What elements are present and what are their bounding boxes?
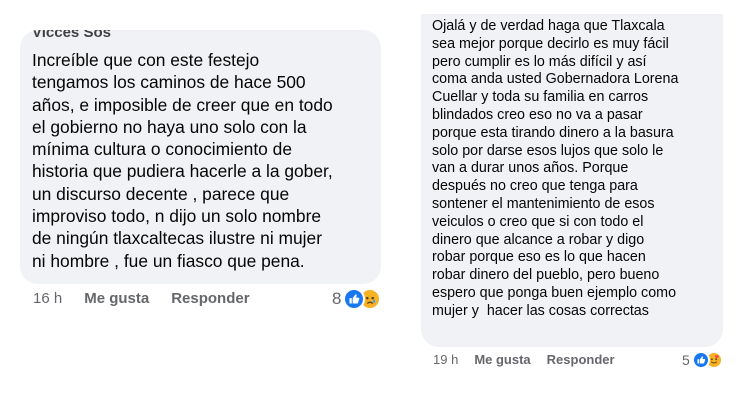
reaction-summary-right[interactable]: 5	[682, 351, 723, 369]
comment-actions-left: 16 h Me gusta Responder	[33, 290, 272, 307]
like-icon	[691, 351, 710, 369]
reply-button[interactable]: Responder	[547, 352, 615, 367]
comment-bubble-right: Ojalá y de verdad haga que Tlaxcala sea …	[421, 14, 723, 347]
reaction-summary-left[interactable]: 8	[332, 288, 382, 310]
comment-text: Ojalá y de verdad haga que Tlaxcala sea …	[432, 18, 679, 319]
reply-button[interactable]: Responder	[171, 290, 249, 307]
reaction-count: 8	[332, 289, 342, 308]
comment-actions-right: 19 h Me gusta Responder	[433, 352, 631, 367]
comment-author[interactable]: Vicces Sos	[32, 30, 111, 41]
comment-text: Increíble que con este festejo tengamos …	[32, 50, 333, 271]
comment-bubble-left: Vicces Sos Increíble que con este festej…	[20, 30, 381, 284]
like-button[interactable]: Me gusta	[84, 290, 149, 307]
comment-timestamp[interactable]: 19 h	[433, 352, 458, 367]
reaction-count: 5	[682, 352, 690, 368]
like-button[interactable]: Me gusta	[474, 352, 530, 367]
like-icon	[343, 288, 366, 310]
comment-timestamp[interactable]: 16 h	[33, 290, 62, 307]
